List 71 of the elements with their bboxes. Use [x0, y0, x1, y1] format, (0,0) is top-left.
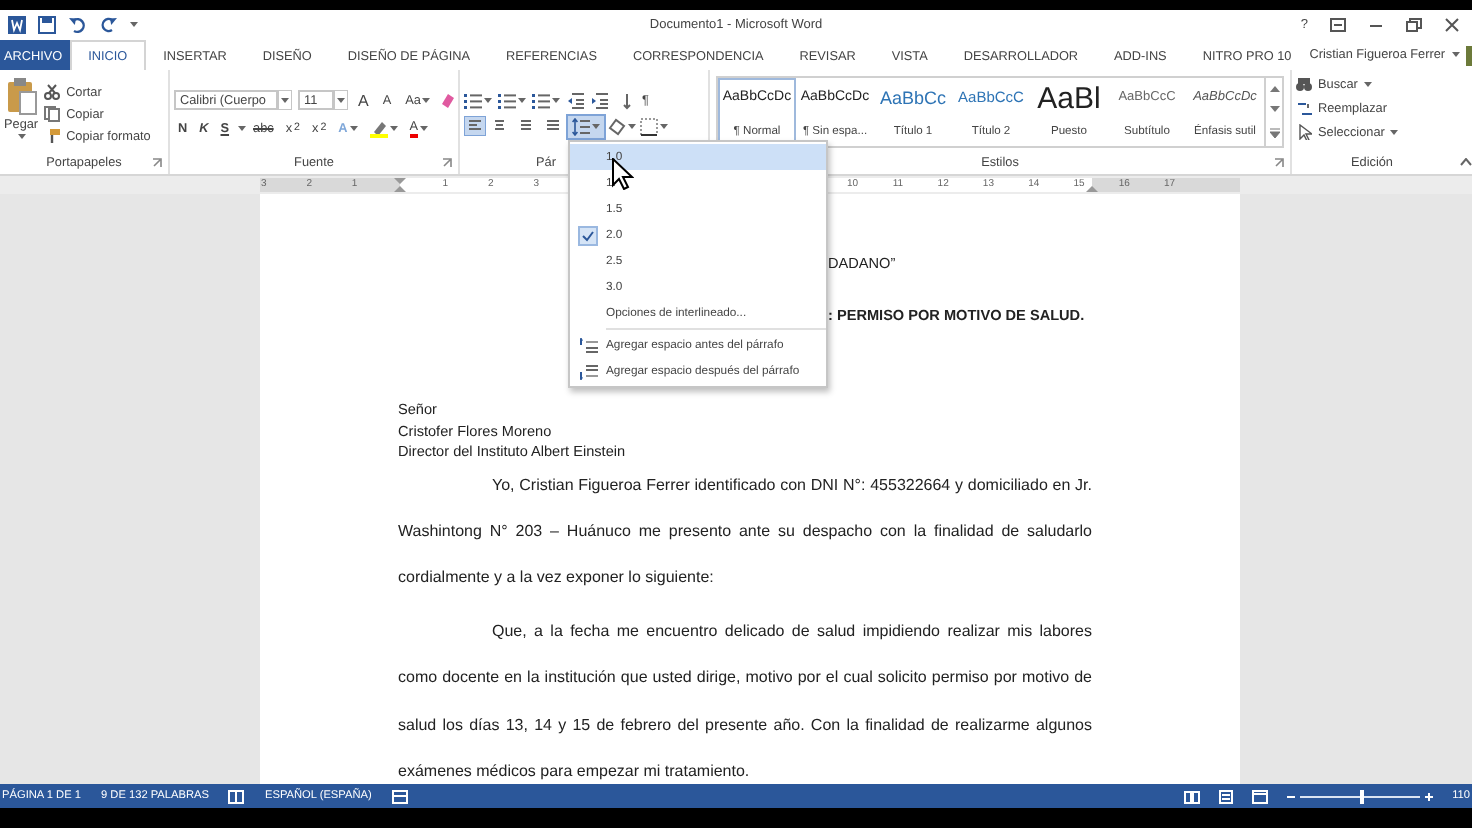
caret-icon[interactable]	[1451, 52, 1460, 58]
multilevel-list-icon[interactable]	[532, 91, 550, 109]
zoom-slider-thumb[interactable]	[1360, 789, 1365, 803]
proofing-book-icon[interactable]	[228, 789, 245, 803]
caret-icon[interactable]	[1390, 129, 1399, 135]
caret-icon[interactable]	[17, 134, 26, 140]
align-left-icon[interactable]	[464, 116, 486, 136]
caret-icon[interactable]	[349, 125, 358, 131]
scissors-icon[interactable]	[44, 84, 61, 100]
caret-icon[interactable]	[389, 125, 398, 131]
highlighter-icon[interactable]	[369, 119, 388, 137]
scroll-down-icon[interactable]	[1269, 106, 1279, 113]
bullets-icon[interactable]	[464, 91, 482, 109]
more-styles-icon[interactable]	[1269, 128, 1279, 139]
decrease-indent-icon[interactable]	[566, 91, 584, 109]
checkmark-icon	[578, 225, 598, 245]
caret-icon[interactable]	[552, 97, 560, 103]
body-paragraph: Que, a la fecha me encuentro delicado de salud impidiendo realizar mis labores como docente en la institución que usted dirige, motivo por el cual solicito permiso por motivo de salud los días 13, 14 y 15 de febrero del presente año. Con la finalidad de realizarme algunos exámenes médicos para empezar mi tratamiento.	[398, 620, 1092, 784]
caret-icon[interactable]	[237, 125, 246, 131]
borders-icon[interactable]	[640, 117, 658, 135]
caret-icon[interactable]	[484, 97, 492, 103]
shading-icon[interactable]	[608, 117, 626, 135]
zoom-in-icon[interactable]	[1424, 791, 1435, 801]
close-icon[interactable]	[1444, 18, 1460, 32]
dialog-launcher-icon[interactable]	[1274, 158, 1284, 168]
binoculars-icon[interactable]	[1296, 76, 1312, 92]
style-preview: AaBbCc	[879, 86, 947, 110]
line-spacing-icon[interactable]	[572, 117, 590, 135]
redo-icon[interactable]	[100, 16, 118, 34]
read-mode-icon[interactable]	[1184, 789, 1201, 803]
numbering-icon[interactable]	[498, 91, 516, 109]
mouse-pointer-icon	[612, 158, 634, 190]
caret-icon[interactable]	[660, 123, 668, 129]
undo-icon[interactable]	[68, 16, 88, 34]
word-logo-icon[interactable]	[8, 16, 26, 34]
macro-record-icon[interactable]	[391, 789, 408, 803]
indent-marker-icon[interactable]	[394, 178, 406, 192]
body-paragraph: Yo, Cristian Figueroa Ferrer identificado con DNI N°: 455322664 y domiciliado en Jr. Washintong N° 203 – Huánuco me presento ante su despacho con la finalidad de saludarlo cordialmente y a la vez exponer lo siguiente:	[398, 473, 1092, 590]
replace-icon[interactable]	[1296, 100, 1312, 116]
caret-icon[interactable]	[422, 97, 431, 103]
justify-icon[interactable]	[542, 116, 564, 136]
font-size-caret-icon[interactable]	[334, 90, 348, 110]
caret-icon[interactable]	[518, 97, 526, 103]
restore-icon[interactable]	[1406, 18, 1422, 32]
dialog-launcher-icon[interactable]	[442, 158, 452, 168]
caret-icon[interactable]	[1363, 81, 1372, 87]
increase-indent-icon[interactable]	[590, 91, 608, 109]
copy-icon[interactable]	[44, 106, 61, 122]
zoom-out-icon[interactable]	[1286, 791, 1297, 801]
clear-formatting-icon[interactable]	[440, 92, 457, 108]
print-layout-icon[interactable]	[1218, 789, 1235, 803]
save-icon[interactable]	[38, 16, 56, 34]
caret-icon[interactable]	[628, 123, 636, 129]
format-painter-icon[interactable]	[44, 128, 61, 144]
font-name-caret-icon[interactable]	[278, 90, 292, 110]
space-before-icon	[579, 337, 597, 353]
grow-font-button[interactable]: A	[354, 89, 373, 111]
web-layout-icon[interactable]	[1252, 789, 1269, 803]
dialog-launcher-icon[interactable]	[152, 158, 162, 168]
style-preview: AaBl	[1037, 86, 1101, 114]
customize-caret-icon[interactable]	[130, 22, 138, 28]
select-cursor-icon[interactable]	[1296, 124, 1312, 140]
caret-icon[interactable]	[592, 123, 600, 129]
line-spacing-button[interactable]	[568, 115, 604, 137]
space-after-icon	[579, 363, 597, 379]
caret-icon[interactable]	[420, 125, 429, 131]
scroll-up-icon[interactable]	[1269, 85, 1279, 92]
paste-icon[interactable]	[5, 76, 38, 116]
highlight-button[interactable]	[365, 117, 402, 139]
ribbon-display-icon[interactable]	[1330, 18, 1346, 32]
collapse-ribbon-icon[interactable]	[1460, 158, 1472, 166]
